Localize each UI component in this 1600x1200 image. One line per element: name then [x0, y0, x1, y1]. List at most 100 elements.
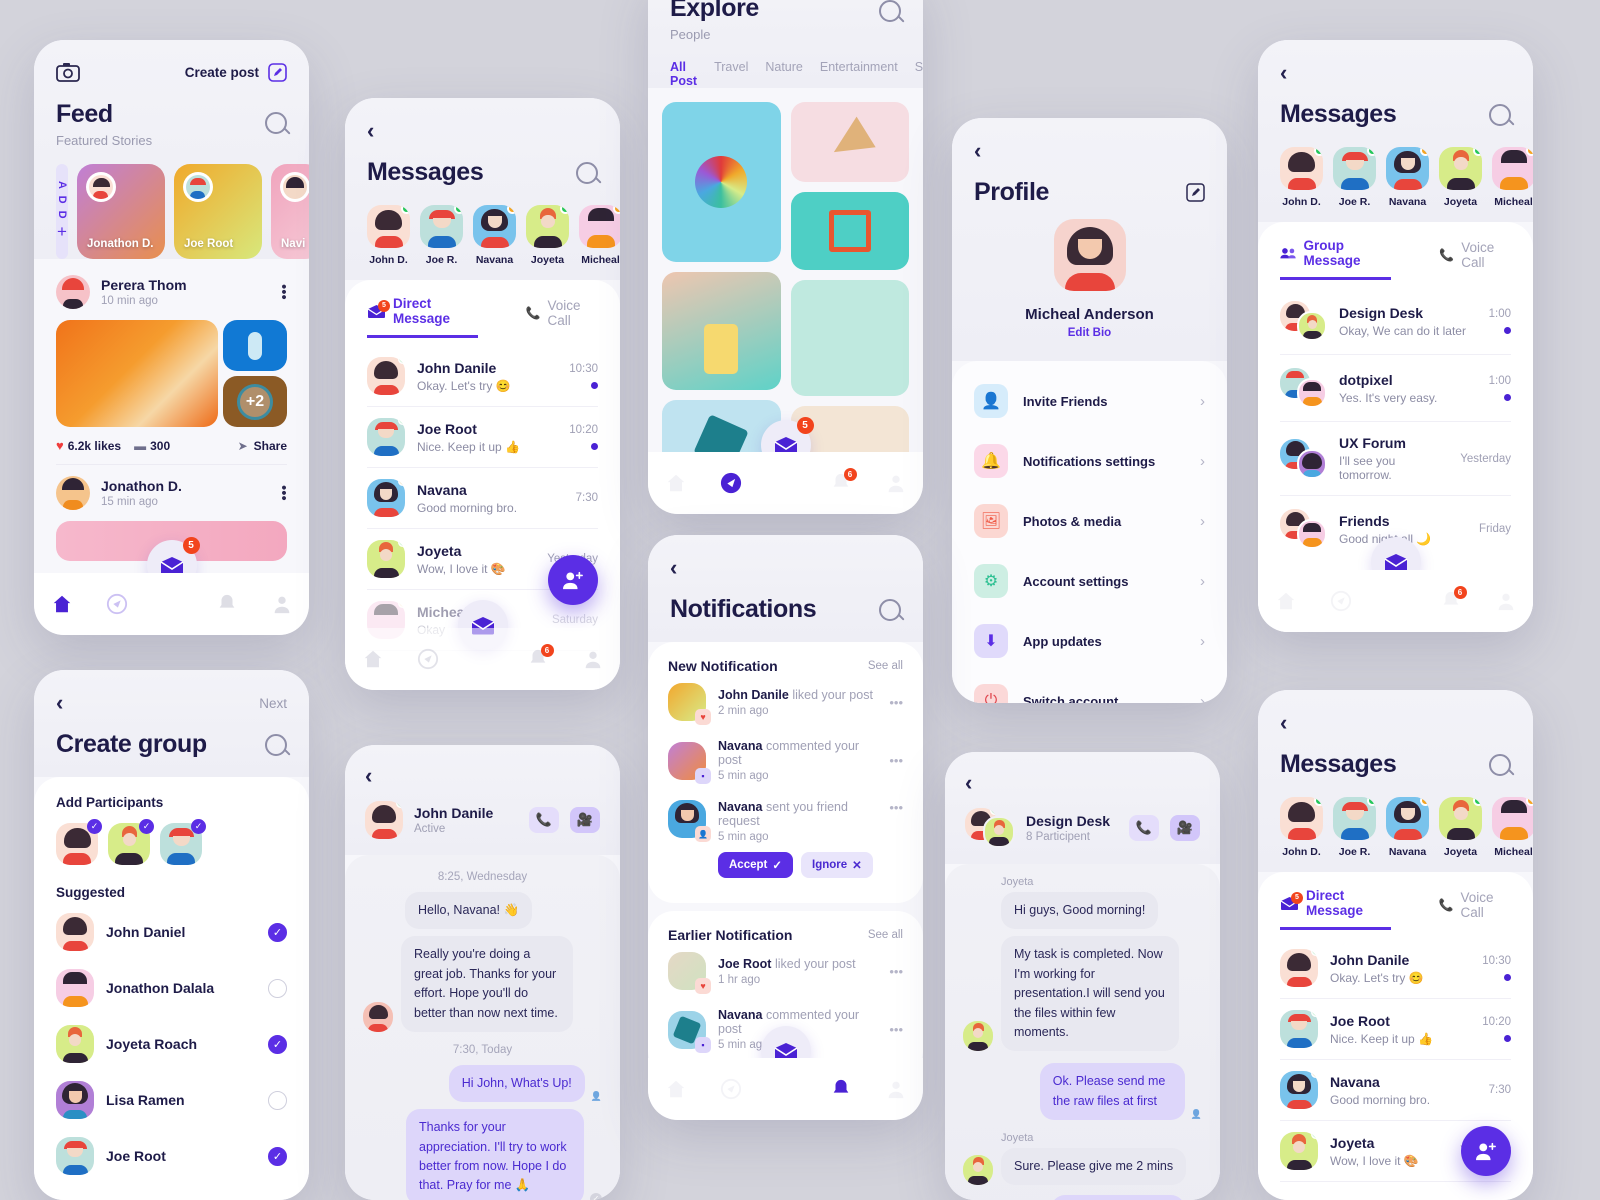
person-chip[interactable]: Navana [473, 205, 516, 266]
nav-explore-icon[interactable] [106, 593, 128, 615]
tab-group-message[interactable]: Group Message [1280, 238, 1392, 280]
suggested-row[interactable]: Joe Root ✓ [56, 1128, 287, 1184]
nav-home-icon[interactable] [665, 1078, 687, 1100]
select-checkbox[interactable]: ✓ [268, 922, 287, 942]
story-card[interactable]: Navi [271, 164, 309, 259]
add-story-button[interactable]: A D D + [56, 164, 68, 259]
selected-participant[interactable]: ✓ [108, 819, 154, 865]
tab-direct-message[interactable]: 5 Direct Message [1280, 888, 1391, 930]
nav-profile-icon[interactable] [1495, 590, 1517, 612]
video-icon[interactable]: 🎥 [570, 807, 600, 833]
back-button[interactable]: ‹ [965, 772, 1200, 794]
selected-participant[interactable]: ✓ [160, 819, 206, 865]
profile-item-switch-account[interactable]: ⏻ Switch account › [974, 671, 1205, 703]
avatar[interactable] [56, 275, 90, 309]
post-photo[interactable] [223, 320, 287, 371]
search-icon[interactable] [265, 112, 287, 134]
back-button[interactable]: ‹ [1280, 712, 1511, 734]
explore-photo[interactable] [790, 280, 909, 396]
thread-row[interactable]: Navana Good morning bro. 7:30 [1280, 1060, 1511, 1121]
tab-voice-call[interactable]: 📞 Voice Call [1439, 890, 1511, 929]
video-icon[interactable]: 🎥 [1170, 815, 1200, 841]
nav-profile-icon[interactable] [582, 648, 604, 670]
search-icon[interactable] [879, 0, 901, 22]
profile-item-account-settings[interactable]: ⚙ Account settings › [974, 551, 1205, 611]
post-more-icon[interactable]: ••• [275, 284, 292, 300]
nav-home-icon[interactable] [665, 472, 687, 494]
back-button[interactable]: ‹ [670, 557, 901, 579]
nav-home-icon[interactable] [51, 593, 73, 615]
thread-row[interactable]: dotpixel Yes. It's very easy. 1:00 [1280, 355, 1511, 422]
nav-profile-icon[interactable] [271, 593, 293, 615]
person-chip[interactable]: Navana [1386, 797, 1429, 858]
profile-item-invite-friends[interactable]: 👤 Invite Friends › [974, 371, 1205, 431]
create-group-fab[interactable] [1461, 1126, 1511, 1176]
notification-row[interactable]: ▪ Navana commented your post 5 min ago ••… [668, 730, 903, 791]
post-more-icon[interactable]: ••• [275, 485, 292, 501]
create-group-fab[interactable] [548, 555, 598, 605]
edit-icon[interactable] [268, 62, 287, 82]
search-icon[interactable] [265, 733, 287, 756]
explore-photo[interactable] [662, 102, 781, 262]
back-button[interactable]: ‹ [974, 140, 1205, 162]
profile-item-app-updates[interactable]: ⬇ App updates › [974, 611, 1205, 671]
suggested-row[interactable]: Joyeta Roach ✓ [56, 1016, 287, 1072]
explore-photo[interactable] [790, 192, 909, 270]
ignore-button[interactable]: Ignore ✕ [801, 852, 873, 878]
phone-icon[interactable]: 📞 [1129, 815, 1159, 841]
notification-row[interactable]: ♥ John Danile liked your post 2 min ago •… [668, 674, 903, 730]
notification-more-icon[interactable]: ••• [889, 1022, 903, 1037]
select-checkbox[interactable] [268, 1090, 287, 1110]
thread-row[interactable]: Navana Good morning bro. 7:30 [367, 468, 598, 529]
see-all-link[interactable]: See all [868, 929, 903, 941]
post-photo[interactable] [56, 320, 218, 427]
notification-more-icon[interactable]: ••• [889, 964, 903, 979]
select-checkbox[interactable]: ✓ [268, 1034, 287, 1054]
category-nature[interactable]: Nature [765, 60, 803, 88]
nav-explore-icon[interactable] [417, 648, 439, 670]
person-chip[interactable]: Micheal [1492, 147, 1533, 208]
tab-voice-call[interactable]: 📞 Voice Call [1439, 240, 1511, 279]
notification-more-icon[interactable]: ••• [889, 753, 903, 768]
person-chip[interactable]: John D. [367, 205, 410, 266]
nav-notifications-icon[interactable] [830, 1078, 852, 1100]
search-icon[interactable] [576, 161, 598, 184]
story-card[interactable]: Jonathon D. [77, 164, 165, 259]
thread-row[interactable]: UX Forum I'll see you tomorrow. Yesterday [1280, 422, 1511, 496]
suggested-row[interactable]: John Daniel ✓ [56, 904, 287, 960]
person-chip[interactable]: Joyeta [1439, 147, 1482, 208]
share-icon[interactable]: ➤ [238, 439, 248, 453]
nav-home-icon[interactable] [362, 648, 384, 670]
person-chip[interactable]: John D. [1280, 147, 1323, 208]
post-photo-more[interactable]: +2 [223, 376, 287, 427]
nav-explore-icon[interactable] [720, 472, 742, 494]
tab-voice-call[interactable]: 📞 Voice Call [526, 298, 598, 337]
search-icon[interactable] [1489, 753, 1511, 776]
thread-row[interactable]: John Danile Okay. Let's try 😊 10:30 [367, 346, 598, 407]
comment-icon[interactable]: ▬ [134, 439, 146, 453]
person-chip[interactable]: Joyeta [526, 205, 569, 266]
person-chip[interactable]: Joyeta [1439, 797, 1482, 858]
phone-icon[interactable]: 📞 [529, 807, 559, 833]
select-checkbox[interactable] [268, 978, 287, 998]
create-post-label[interactable]: Create post [185, 65, 259, 80]
category-entertainment[interactable]: Entertainment [820, 60, 898, 88]
explore-photo[interactable] [790, 102, 909, 182]
nav-profile-icon[interactable] [885, 1078, 907, 1100]
notification-more-icon[interactable]: ••• [889, 800, 903, 815]
person-chip[interactable]: Micheal [579, 205, 620, 266]
camera-icon[interactable] [56, 62, 80, 82]
thread-row[interactable]: John Danile Okay. Let's try 😊 10:30 [1280, 938, 1511, 999]
person-chip[interactable]: Joe R. [1333, 797, 1376, 858]
notification-more-icon[interactable]: ••• [889, 695, 903, 710]
share-label[interactable]: Share [254, 439, 287, 453]
category-travel[interactable]: Travel [714, 60, 748, 88]
nav-profile-icon[interactable] [885, 472, 907, 494]
like-icon[interactable]: ♥ [56, 438, 64, 453]
person-chip[interactable]: Navana [1386, 147, 1429, 208]
person-chip[interactable]: John D. [1280, 797, 1323, 858]
thread-row[interactable]: Joe Root Nice. Keep it up 👍 10:20 [367, 407, 598, 468]
nav-explore-icon[interactable] [720, 1078, 742, 1100]
profile-item-photos-media[interactable]: 🖼 Photos & media › [974, 491, 1205, 551]
tab-direct-message[interactable]: 5 Direct Message [367, 296, 478, 338]
